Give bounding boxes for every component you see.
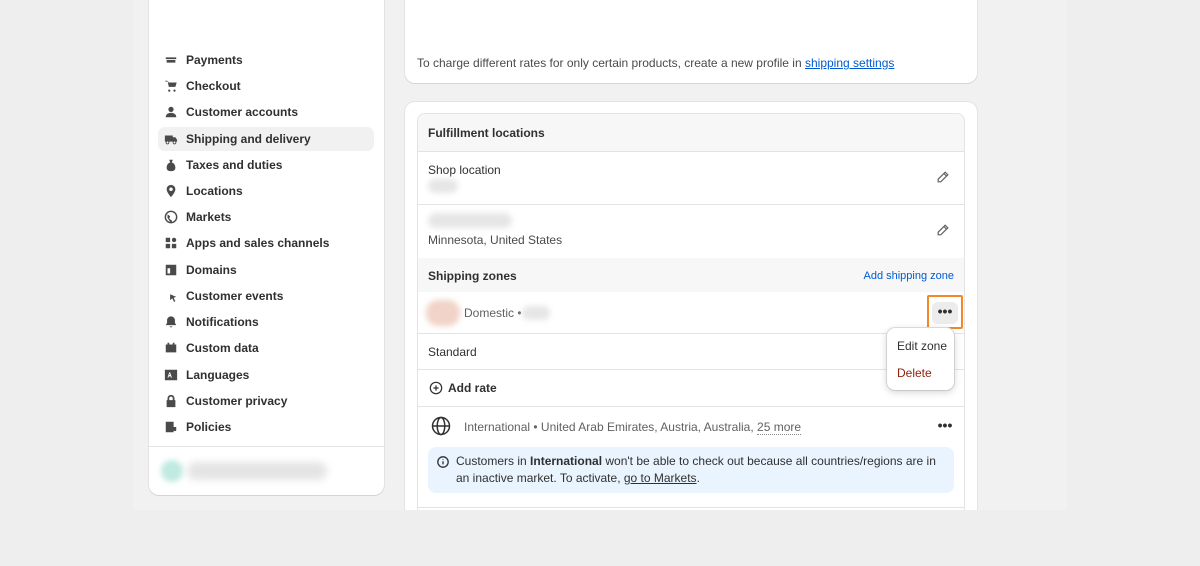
- go-to-markets-link[interactable]: go to Markets: [624, 471, 697, 485]
- sidebar-item-label: Languages: [186, 368, 250, 382]
- payments-icon: [163, 52, 179, 68]
- sidebar-item-custom-data[interactable]: Custom data: [158, 336, 374, 360]
- shipping-profile-card: Fulfillment locations Shop location Minn…: [405, 102, 977, 510]
- shipping-zones-title: Shipping zones: [428, 269, 517, 283]
- add-shipping-zone-link[interactable]: Add shipping zone: [863, 270, 954, 282]
- profile-info-card: To charge different rates for only certa…: [405, 0, 977, 83]
- sidebar-item-label: Custom data: [186, 341, 259, 355]
- sidebar-item-label: Customer events: [186, 289, 284, 303]
- sidebar-item-markets[interactable]: Markets: [158, 205, 374, 229]
- sidebar-item-label: Taxes and duties: [186, 158, 283, 172]
- edit-zone-menu-item[interactable]: Edit zone: [897, 339, 947, 353]
- sidebar-item-label: Shipping and delivery: [186, 132, 311, 146]
- international-zone-more-button[interactable]: •••: [932, 416, 958, 438]
- tax-bag-icon: [163, 157, 179, 173]
- sidebar-divider: [149, 446, 384, 447]
- settings-canvas: Payments Checkout Customer accounts Ship…: [133, 0, 1067, 510]
- international-zone-name: International • United Arab Emirates, Au…: [464, 420, 802, 435]
- apps-icon: [163, 235, 179, 251]
- edit-location-button[interactable]: [936, 223, 952, 239]
- fulfillment-header: Fulfillment locations: [418, 114, 964, 151]
- more-countries-link[interactable]: 25 more: [757, 420, 802, 435]
- zone-actions-menu: Edit zone Delete: [887, 328, 954, 390]
- custom-data-icon: [163, 340, 179, 356]
- pencil-icon: [937, 224, 949, 236]
- sidebar-item-locations[interactable]: Locations: [158, 179, 374, 203]
- policies-icon: [163, 419, 179, 435]
- rate-name: Standard: [428, 345, 477, 359]
- location-address: Minnesota, United States: [428, 233, 563, 247]
- plus-circle-icon: [429, 381, 443, 395]
- edit-location-button[interactable]: [936, 170, 952, 186]
- domestic-zone-name: Domestic •: [464, 306, 522, 320]
- sidebar-item-label: Markets: [186, 210, 232, 224]
- domain-icon: [163, 262, 179, 278]
- sidebar-item-label: Domains: [186, 263, 237, 277]
- sidebar-item-checkout[interactable]: Checkout: [158, 74, 374, 98]
- ellipsis-icon: •••: [937, 416, 953, 433]
- highlight-box: [927, 295, 963, 329]
- globe-icon: [431, 416, 451, 436]
- sidebar-item-policies[interactable]: Policies: [158, 415, 374, 439]
- sidebar-item-label: Apps and sales channels: [186, 236, 330, 250]
- cursor-icon: [163, 288, 179, 304]
- shop-location-label: Shop location: [428, 163, 501, 177]
- sidebar-item-label: Payments: [186, 53, 243, 67]
- shipping-settings-link[interactable]: shipping settings: [805, 56, 894, 70]
- sidebar-item-apps-and-sales-channels[interactable]: Apps and sales channels: [158, 231, 374, 255]
- cart-icon: [163, 78, 179, 94]
- banner-message: Customers in International won't be able…: [456, 454, 936, 485]
- profile-details: Fulfillment locations Shop location Minn…: [417, 113, 965, 510]
- shipping-zones-header: Shipping zones Add shipping zone: [418, 258, 964, 292]
- store-profile-redacted[interactable]: [161, 456, 331, 490]
- lock-icon: [163, 393, 179, 409]
- delete-zone-menu-item[interactable]: Delete: [897, 366, 932, 380]
- add-rate-button[interactable]: Add rate: [448, 381, 497, 395]
- redacted-location-name: [428, 213, 512, 228]
- sidebar-item-label: Notifications: [186, 315, 259, 329]
- language-icon: [163, 367, 179, 383]
- info-icon: [437, 456, 449, 468]
- sidebar-item-shipping-and-delivery[interactable]: Shipping and delivery: [158, 127, 374, 151]
- redacted-flag: [426, 300, 460, 326]
- sidebar-item-label: Locations: [186, 184, 243, 198]
- pencil-icon: [937, 171, 949, 183]
- person-icon: [163, 104, 179, 120]
- sidebar-item-customer-privacy[interactable]: Customer privacy: [158, 389, 374, 413]
- sidebar-item-payments[interactable]: Payments: [158, 48, 374, 72]
- location-pin-icon: [163, 183, 179, 199]
- sidebar-item-label: Customer privacy: [186, 394, 288, 408]
- sidebar-item-domains[interactable]: Domains: [158, 258, 374, 282]
- fulfillment-title: Fulfillment locations: [428, 126, 545, 140]
- bell-icon: [163, 314, 179, 330]
- redacted-country: [522, 306, 550, 320]
- redacted-address: [428, 179, 458, 193]
- sidebar-item-taxes-and-duties[interactable]: Taxes and duties: [158, 153, 374, 177]
- sidebar-item-label: Policies: [186, 420, 232, 434]
- globe-icon: [163, 209, 179, 225]
- sidebar-item-languages[interactable]: Languages: [158, 363, 374, 387]
- sidebar-item-notifications[interactable]: Notifications: [158, 310, 374, 334]
- sidebar-item-customer-accounts[interactable]: Customer accounts: [158, 100, 374, 124]
- sidebar-item-label: Checkout: [186, 79, 241, 93]
- inactive-market-banner: Customers in International won't be able…: [428, 447, 954, 493]
- settings-sidebar: Payments Checkout Customer accounts Ship…: [149, 0, 384, 495]
- truck-icon: [163, 131, 179, 147]
- sidebar-item-customer-events[interactable]: Customer events: [158, 284, 374, 308]
- sidebar-item-label: Customer accounts: [186, 105, 299, 119]
- profile-info-text: To charge different rates for only certa…: [417, 56, 895, 70]
